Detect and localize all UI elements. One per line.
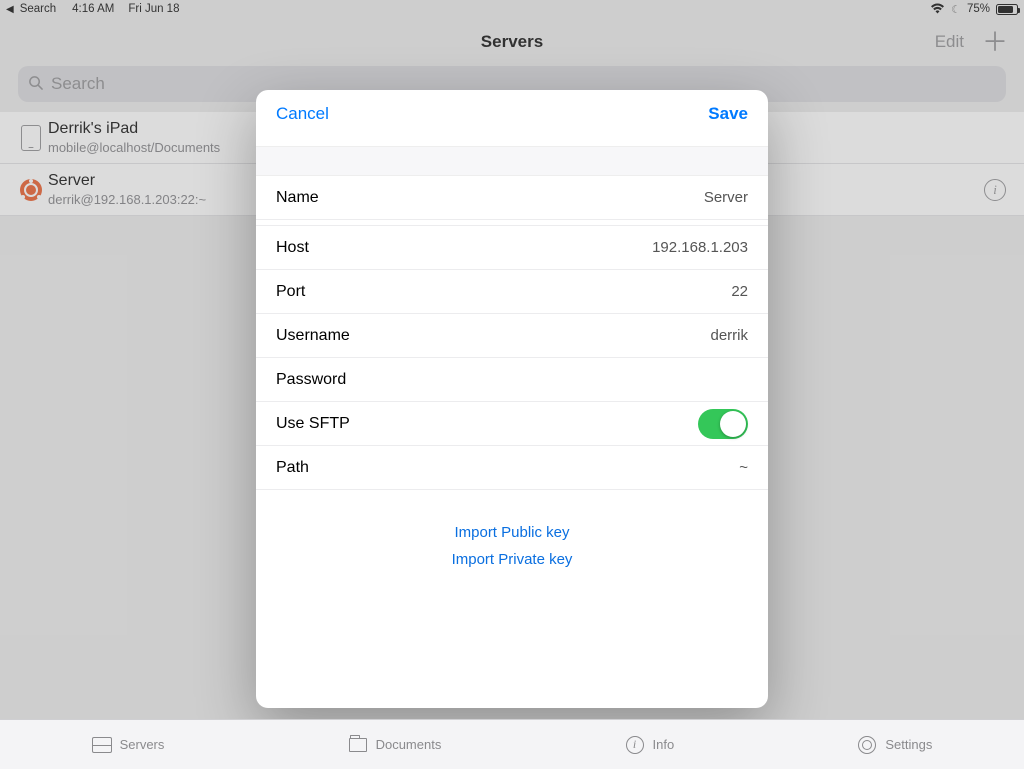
name-row[interactable]: Name Server [256,176,768,220]
tab-label: Settings [885,737,932,752]
username-row[interactable]: Username derrik [256,314,768,358]
password-row[interactable]: Password [256,358,768,402]
folder-icon [349,738,367,752]
port-row[interactable]: Port 22 [256,270,768,314]
gear-icon [858,736,876,754]
sftp-label: Use SFTP [276,415,350,433]
path-label: Path [276,459,309,477]
servers-icon [92,737,112,753]
tab-info[interactable]: i Info [625,736,675,754]
port-label: Port [276,283,305,301]
sftp-toggle[interactable] [698,409,748,439]
name-value[interactable]: Server [704,189,748,206]
host-label: Host [276,239,309,257]
import-private-key-button[interactable]: Import Private key [452,551,573,568]
tab-label: Servers [120,737,165,752]
host-row[interactable]: Host 192.168.1.203 [256,226,768,270]
username-value[interactable]: derrik [710,327,748,344]
modal-overlay: Cancel Save Name Server Host 192.168.1.2… [0,0,1024,769]
edit-server-sheet: Cancel Save Name Server Host 192.168.1.2… [256,90,768,708]
host-value[interactable]: 192.168.1.203 [652,239,748,256]
tab-servers[interactable]: Servers [92,736,165,754]
username-label: Username [276,327,350,345]
info-icon: i [626,736,644,754]
password-label: Password [276,371,346,389]
sftp-row: Use SFTP [256,402,768,446]
tab-settings[interactable]: Settings [857,736,932,754]
cancel-button[interactable]: Cancel [276,104,329,124]
tab-documents[interactable]: Documents [348,736,442,754]
name-label: Name [276,189,319,207]
save-button[interactable]: Save [708,104,748,124]
import-public-key-button[interactable]: Import Public key [454,524,569,541]
path-row[interactable]: Path ~ [256,446,768,490]
tab-label: Documents [376,737,442,752]
tab-bar: Servers Documents i Info Settings [0,719,1024,769]
path-value[interactable]: ~ [739,459,748,476]
tab-label: Info [653,737,675,752]
port-value[interactable]: 22 [731,283,748,300]
